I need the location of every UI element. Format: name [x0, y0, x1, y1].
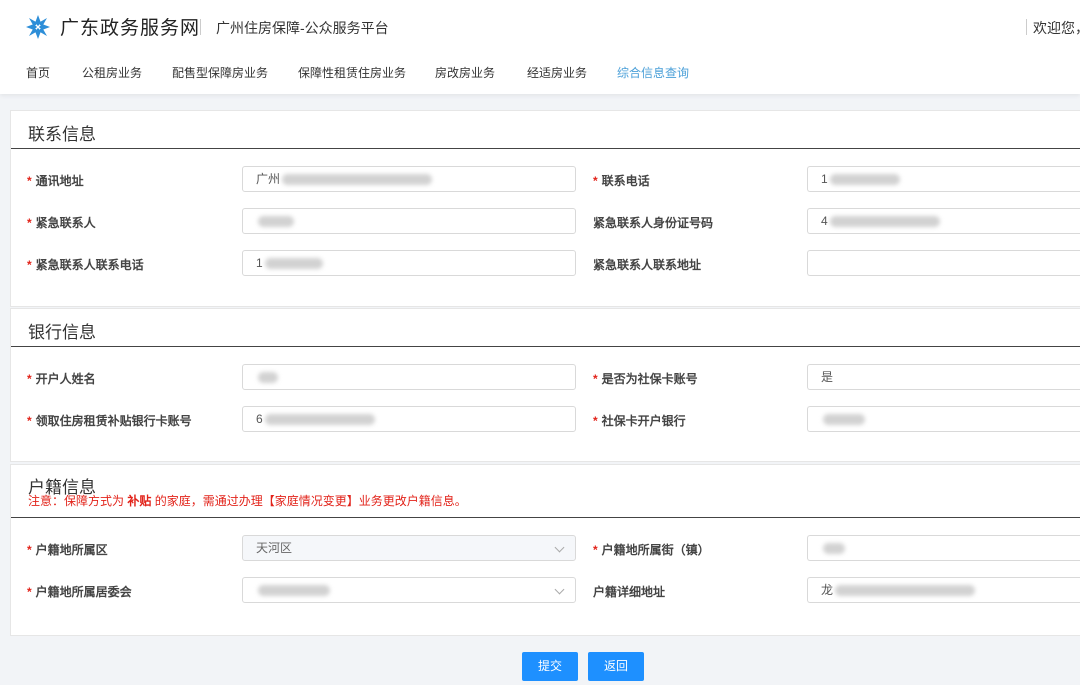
committee-label: * 户籍地所属居委会	[27, 585, 132, 599]
section-divider	[11, 346, 1080, 347]
bank-card-label: * 领取住房租赁补贴银行卡账号	[27, 414, 192, 428]
section-divider	[11, 148, 1080, 149]
social-card-select[interactable]: 是	[807, 364, 1080, 390]
emergency-id-input[interactable]: 4	[807, 208, 1080, 234]
section-divider	[11, 517, 1080, 518]
guangdong-gov-logo-icon	[26, 15, 50, 39]
household-note: 注意：保障方式为 补贴 的家庭，需通过办理【家庭情况变更】业务更改户籍信息。	[28, 494, 467, 508]
emergency-phone-input[interactable]: 1	[242, 250, 576, 276]
chevron-down-icon	[554, 584, 565, 595]
detail-address-input[interactable]: 龙	[807, 577, 1080, 603]
district-select[interactable]: 天河区	[242, 535, 576, 561]
emergency-contact-label: * 紧急联系人	[27, 216, 96, 230]
contact-panel: 联系信息 * 通讯地址 广州 * 联系电话 1 * 紧急联系人 紧急联系人身份证号码 …	[10, 110, 1080, 307]
emergency-address-label: 紧急联系人联系地址	[593, 258, 702, 272]
account-holder-input[interactable]	[242, 364, 576, 390]
household-panel: 户籍信息 注意：保障方式为 补贴 的家庭，需通过办理【家庭情况变更】业务更改户籍…	[10, 464, 1080, 636]
bank-card-input[interactable]: 6	[242, 406, 576, 432]
account-holder-label: * 开户人姓名	[27, 372, 96, 386]
detail-address-label: 户籍详细地址	[593, 585, 666, 599]
district-label: * 户籍地所属区	[27, 543, 108, 557]
back-button[interactable]: 返回	[588, 652, 644, 681]
emergency-id-label: 紧急联系人身份证号码	[593, 216, 714, 230]
nav-home[interactable]: 首页	[26, 64, 50, 81]
brand-title[interactable]: 广东政务服务网	[60, 13, 200, 40]
phone-label: * 联系电话	[593, 174, 650, 188]
address-input[interactable]: 广州	[242, 166, 576, 192]
committee-select[interactable]	[242, 577, 576, 603]
header: 广东政务服务网 广州住房保障-公众服务平台 欢迎您， 首页 公租房业务 配售型保…	[0, 0, 1080, 94]
phone-input[interactable]: 1	[807, 166, 1080, 192]
emergency-address-input[interactable]	[807, 250, 1080, 276]
section-title: 联系信息	[28, 125, 96, 144]
address-label: * 通讯地址	[27, 174, 84, 188]
social-card-label: * 是否为社保卡账号	[593, 372, 698, 386]
street-label: * 户籍地所属街（镇）	[593, 543, 710, 557]
divider	[200, 19, 201, 35]
emergency-contact-input[interactable]	[242, 208, 576, 234]
nav-info-query[interactable]: 综合信息查询	[617, 64, 689, 81]
social-bank-label: * 社保卡开户银行	[593, 414, 686, 428]
platform-title: 广州住房保障-公众服务平台	[216, 20, 389, 36]
nav-public-rental[interactable]: 公租房业务	[82, 64, 142, 81]
social-bank-input[interactable]	[807, 406, 1080, 432]
submit-button[interactable]: 提交	[522, 652, 578, 681]
divider	[1026, 19, 1027, 35]
welcome-text: 欢迎您，	[1033, 20, 1080, 36]
nav-sale-housing[interactable]: 配售型保障房业务	[172, 64, 268, 81]
emergency-phone-label: * 紧急联系人联系电话	[27, 258, 144, 272]
nav-reform-housing[interactable]: 房改房业务	[435, 64, 495, 81]
nav-affordable-rental[interactable]: 保障性租赁住房业务	[298, 64, 406, 81]
bank-panel: 银行信息 * 开户人姓名 * 是否为社保卡账号 是 * 领取住房租赁补贴银行卡账号 6…	[10, 308, 1080, 462]
nav-economic-housing[interactable]: 经适房业务	[527, 64, 587, 81]
street-input[interactable]	[807, 535, 1080, 561]
chevron-down-icon	[554, 542, 565, 553]
section-title: 银行信息	[28, 323, 96, 342]
